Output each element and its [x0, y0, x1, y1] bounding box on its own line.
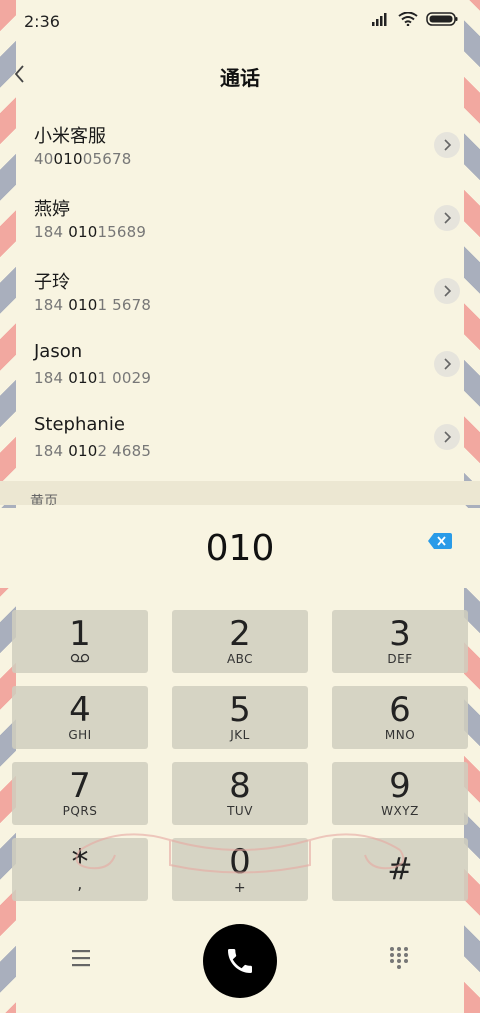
wifi-icon: [398, 12, 418, 26]
backspace-button[interactable]: [428, 533, 452, 549]
key-1[interactable]: 1: [12, 610, 148, 673]
page-title: 通话: [220, 66, 260, 90]
key-digit: 6: [389, 690, 411, 730]
chevron-right-icon: [444, 358, 452, 370]
contact-name: 燕婷: [34, 199, 70, 220]
key-digit: 5: [229, 690, 251, 730]
status-time: 2:36: [24, 12, 60, 31]
key-digit: 8: [229, 766, 251, 806]
dialed-number: 010: [205, 528, 275, 569]
contact-number: 184 0101 5678: [34, 296, 152, 314]
key-digit: 3: [389, 614, 411, 654]
contact-detail-button[interactable]: [434, 351, 460, 377]
menu-icon: [72, 950, 90, 967]
key-3[interactable]: 3 DEF: [332, 610, 468, 673]
status-icons: [372, 12, 458, 26]
dialpad-icon: [390, 947, 408, 969]
contact-name: Stephanie: [34, 414, 125, 435]
backspace-icon: [428, 533, 452, 549]
key-9[interactable]: 9 WXYZ: [332, 762, 468, 825]
contact-number: 184 0102 4685: [34, 442, 152, 460]
key-letters: GHI: [68, 728, 92, 742]
list-item[interactable]: Stephanie 184 0102 4685: [0, 404, 480, 477]
section-header: 黄页: [0, 481, 480, 505]
contact-detail-button[interactable]: [434, 278, 460, 304]
menu-button[interactable]: [68, 946, 94, 970]
contact-results-list: 小米客服 4001005678 燕婷 184 01015689 子玲 184 0…: [0, 112, 480, 477]
key-letters: MNO: [384, 728, 416, 742]
contact-number: 184 0101 0029: [34, 369, 152, 387]
key-letters: WXYZ: [381, 804, 419, 818]
key-digit: 7: [69, 766, 91, 806]
key-digit: 2: [229, 614, 251, 654]
contact-name: 小米客服: [34, 126, 106, 147]
chevron-right-icon: [444, 139, 452, 151]
chevron-right-icon: [444, 431, 452, 443]
voicemail-icon: [70, 653, 90, 663]
dialpad-button[interactable]: [386, 944, 412, 972]
contact-detail-button[interactable]: [434, 132, 460, 158]
battery-icon: [426, 12, 458, 26]
key-digit: 4: [69, 690, 91, 730]
key-letters: [12, 652, 148, 666]
app-header: 通话: [0, 50, 480, 100]
key-letters: PQRS: [62, 804, 98, 818]
contact-detail-button[interactable]: [434, 205, 460, 231]
key-5[interactable]: 5 JKL: [172, 686, 308, 749]
signal-icon: [372, 13, 387, 26]
bottom-action-bar: [0, 920, 480, 1000]
key-6[interactable]: 6 MNO: [332, 686, 468, 749]
key-letters: JKL: [230, 728, 250, 742]
phone-icon: [228, 949, 252, 973]
section-label: 黄页: [30, 494, 58, 505]
contact-name: 子玲: [34, 272, 70, 293]
contact-detail-button[interactable]: [434, 424, 460, 450]
contact-name: Jason: [34, 341, 83, 362]
dial-display: 010: [0, 508, 480, 588]
ribbon-ornament: [75, 833, 405, 874]
call-button[interactable]: [203, 924, 277, 998]
key-letters: DEF: [387, 652, 413, 666]
key-digit: 1: [69, 614, 91, 654]
contact-number: 184 01015689: [34, 223, 147, 241]
key-4[interactable]: 4 GHI: [12, 686, 148, 749]
key-2[interactable]: 2 ABC: [172, 610, 308, 673]
key-letters: +: [233, 880, 247, 896]
status-bar: 2:36: [0, 0, 480, 44]
key-8[interactable]: 8 TUV: [172, 762, 308, 825]
list-item[interactable]: 小米客服 4001005678: [0, 112, 480, 185]
contact-number: 4001005678: [34, 150, 132, 168]
key-letters: TUV: [227, 804, 253, 818]
list-item[interactable]: 子玲 184 0101 5678: [0, 258, 480, 331]
list-item[interactable]: Jason 184 0101 0029: [0, 331, 480, 404]
key-7[interactable]: 7 PQRS: [12, 762, 148, 825]
key-letters: ABC: [226, 652, 254, 666]
chevron-right-icon: [444, 285, 452, 297]
key-digit: 9: [389, 766, 411, 806]
chevron-right-icon: [444, 212, 452, 224]
list-item[interactable]: 燕婷 184 01015689: [0, 185, 480, 258]
